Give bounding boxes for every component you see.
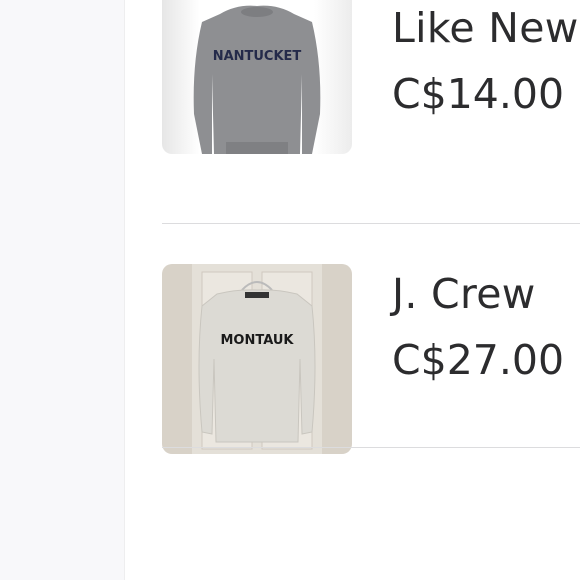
list-item[interactable]: MONTAUK J. Crew C$27.00 <box>162 224 580 454</box>
product-image[interactable]: MONTAUK <box>162 264 352 454</box>
listing-title[interactable]: J. Crew <box>392 270 536 318</box>
listing-price: C$14.00 <box>392 70 565 118</box>
divider <box>162 447 580 448</box>
sweatshirt-photo: MONTAUK <box>162 264 352 454</box>
left-sidebar <box>0 0 125 580</box>
sweatshirt-photo: NANTUCKET <box>162 0 352 154</box>
product-image[interactable]: NANTUCKET <box>162 0 352 154</box>
sweatshirt-print: MONTAUK <box>220 333 294 348</box>
product-list: NANTUCKET Like New C$14.00 MONTAUK J. Cr… <box>162 0 580 454</box>
list-item[interactable]: NANTUCKET Like New C$14.00 <box>162 0 580 224</box>
sweatshirt-print: NANTUCKET <box>213 49 302 64</box>
listing-page: NANTUCKET Like New C$14.00 MONTAUK J. Cr… <box>0 0 580 580</box>
listing-title[interactable]: Like New <box>392 4 579 52</box>
sweatshirt-body <box>198 289 316 443</box>
listing-price: C$27.00 <box>392 336 565 384</box>
